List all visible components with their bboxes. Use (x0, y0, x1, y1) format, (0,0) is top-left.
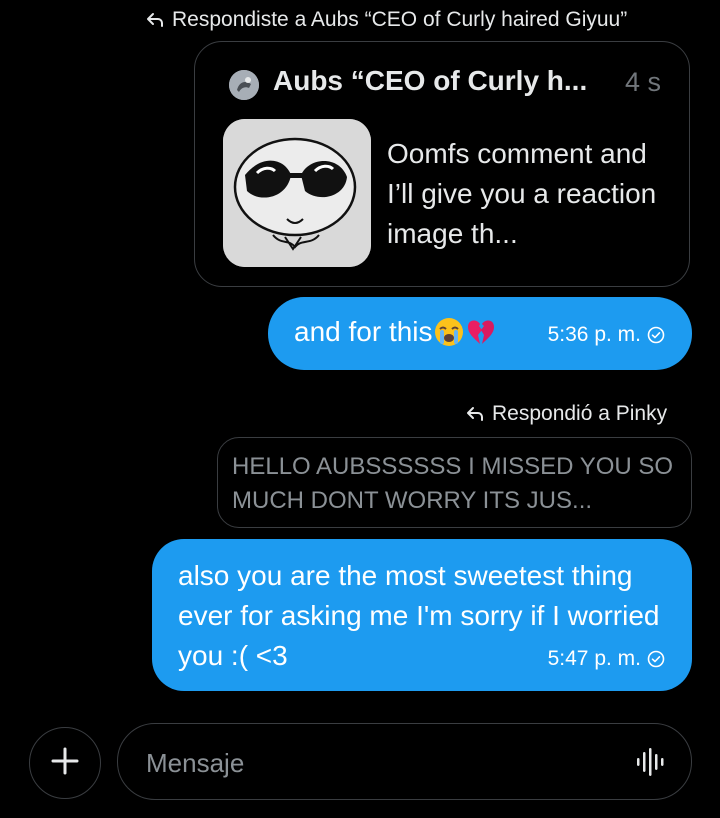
sent-check-icon (647, 650, 665, 668)
voice-message-icon[interactable] (635, 746, 665, 778)
reply-context-text: Respondió a Pinky (492, 402, 668, 425)
add-attachment-button[interactable] (29, 727, 101, 799)
message-composer[interactable] (117, 723, 692, 800)
message-meta: 5:36 p. m. (548, 323, 665, 347)
message-bubble[interactable]: also you are the most sweetest thing eve… (152, 539, 692, 691)
quoted-post-time: 4 s (624, 67, 661, 97)
message-text: and for this (294, 316, 433, 347)
replied-message-preview[interactable]: HELLO AUBSSSSSS I MISSED YOU SO MUCH DON… (217, 437, 692, 528)
reply-context-label: Respondió a Pinky (466, 402, 667, 426)
message-content: and for this (294, 316, 497, 348)
quoted-post-author: Aubs “CEO of Curly h... (273, 65, 588, 96)
message-input[interactable] (144, 744, 618, 782)
reply-arrow-icon (466, 406, 484, 422)
quoted-post-text: Oomfs comment and I’ll give you a reacti… (387, 138, 657, 249)
plus-icon (49, 745, 81, 782)
message-time: 5:47 p. m. (547, 647, 641, 670)
loudly-crying-face-emoji (433, 316, 465, 348)
message-time: 5:36 p. m. (547, 323, 641, 346)
quoted-post-thumbnail (223, 119, 371, 267)
quoted-post-card[interactable]: Aubs “CEO of Curly h... 4 s Oomfs commen… (194, 41, 690, 287)
broken-heart-emoji (465, 316, 497, 348)
reply-context-label: Respondiste a Aubs “CEO of Curly haired … (146, 8, 627, 32)
message-bubble[interactable]: and for this 5:36 p. m. (268, 297, 692, 370)
message-meta: 5:47 p. m. (548, 647, 665, 671)
reply-arrow-icon (146, 12, 164, 28)
reply-context-text: Respondiste a Aubs “CEO of Curly haired … (172, 8, 628, 31)
avatar (229, 70, 259, 100)
sent-check-icon (647, 326, 665, 344)
